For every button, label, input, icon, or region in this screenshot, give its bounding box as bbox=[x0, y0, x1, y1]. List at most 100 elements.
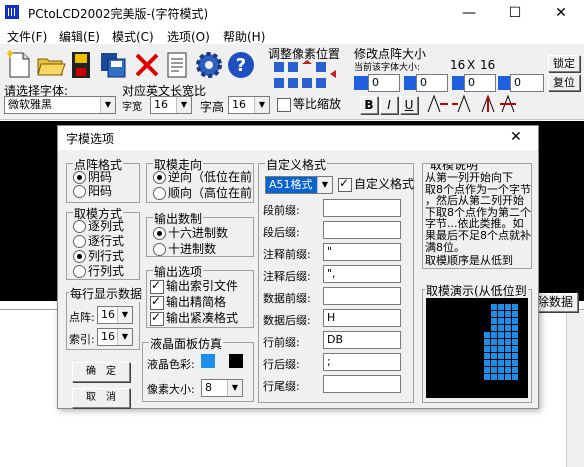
format-select-value: A51格式 bbox=[269, 178, 313, 191]
demo-pixel bbox=[512, 332, 518, 338]
radio-column-mode[interactable]: 逐列式 bbox=[71, 219, 124, 233]
index-label: 索引: bbox=[69, 333, 95, 346]
radio-row-mode[interactable]: 逐行式 bbox=[71, 234, 124, 248]
menu-options[interactable]: 选项(O) bbox=[167, 28, 210, 45]
line-end-input[interactable] bbox=[323, 375, 401, 393]
explanation-group: 取模说明 从第一列开始向下 取8个点作为一个字节 ，然后从第二列开始 下取8个点… bbox=[422, 163, 532, 269]
underline-button[interactable]: U bbox=[400, 96, 418, 114]
arrow-down-icon[interactable] bbox=[498, 76, 510, 90]
close-button[interactable]: ✕ bbox=[538, 2, 584, 24]
field-label-segment-prefix: 段前缀: bbox=[263, 204, 300, 217]
scrollbar[interactable] bbox=[566, 311, 584, 467]
char-height-select[interactable]: 16 ▼ bbox=[228, 96, 270, 114]
chevron-down-icon: ▼ bbox=[254, 97, 269, 113]
bold-button[interactable]: B bbox=[360, 96, 378, 114]
spin-field-4[interactable]: 0 bbox=[510, 74, 544, 92]
background-color-swatch[interactable] bbox=[229, 354, 243, 368]
font-select[interactable]: 微软雅黑 ▼ bbox=[4, 96, 116, 114]
radio-decimal[interactable]: 十进制数 bbox=[151, 242, 216, 256]
radio-hexadecimal[interactable]: 十六进制数 bbox=[151, 226, 228, 240]
chevron-down-icon: ▼ bbox=[176, 97, 191, 113]
minimize-button[interactable]: — bbox=[446, 2, 492, 24]
check-output-index[interactable]: 输出索引文件 bbox=[149, 278, 238, 294]
char-height-value: 16 bbox=[232, 98, 246, 111]
direction-group: 取模走向 逆向（低位在前 顺向（高位在前 bbox=[146, 156, 254, 203]
foreground-color-swatch[interactable] bbox=[201, 354, 215, 368]
maximize-button[interactable]: ☐ bbox=[492, 2, 538, 24]
demo-pixel bbox=[484, 346, 490, 352]
dot-matrix-select[interactable]: 16 ▼ bbox=[97, 306, 133, 324]
check-output-simplified[interactable]: 输出精简格 bbox=[149, 294, 226, 310]
demo-pixel bbox=[498, 325, 504, 331]
demo-pixel bbox=[491, 318, 497, 324]
menu-edit[interactable]: 编辑(E) bbox=[59, 28, 100, 45]
menu-help[interactable]: 帮助(H) bbox=[223, 28, 265, 45]
proportional-scale-checkbox[interactable]: 等比缩放 bbox=[276, 97, 341, 112]
save-multi-icon[interactable] bbox=[98, 50, 128, 80]
menu-mode[interactable]: 模式(C) bbox=[112, 28, 154, 45]
demo-pixel bbox=[484, 360, 490, 366]
reset-button[interactable]: 复位 bbox=[548, 74, 580, 91]
pixel-size-select[interactable]: 8 ▼ bbox=[201, 379, 243, 397]
comment-prefix-input[interactable]: " bbox=[323, 243, 401, 261]
arrow-up-icon[interactable] bbox=[452, 76, 464, 90]
demo-pixel bbox=[491, 353, 497, 359]
open-folder-icon[interactable] bbox=[36, 50, 66, 80]
index-select[interactable]: 16 ▼ bbox=[97, 328, 133, 346]
demo-pixel bbox=[498, 311, 504, 317]
line-suffix-input[interactable]: ; bbox=[323, 353, 401, 371]
data-suffix-input[interactable]: H bbox=[323, 309, 401, 327]
arrow-left-icon[interactable] bbox=[354, 76, 368, 90]
radio-reverse-direction[interactable]: 逆向（低位在前 bbox=[151, 170, 252, 184]
radio-column-row-mode[interactable]: 列行式 bbox=[71, 249, 124, 263]
menu-bar: 文件(F) 编辑(E) 模式(C) 选项(O) 帮助(H) bbox=[0, 26, 584, 44]
demo-pixel bbox=[505, 318, 511, 324]
custom-format-checkbox[interactable]: 自定义格式 bbox=[337, 176, 414, 192]
comment-suffix-input[interactable]: ", bbox=[323, 265, 401, 283]
italic-button[interactable]: I bbox=[380, 96, 398, 114]
chevron-down-icon: ▼ bbox=[317, 177, 332, 193]
demo-pixel bbox=[491, 332, 497, 338]
delete-icon[interactable] bbox=[132, 50, 162, 80]
explanation-line: 取模顺序是从低到 bbox=[425, 254, 513, 268]
pixel-move-arrows-icon[interactable] bbox=[272, 60, 342, 94]
settings-gear-icon[interactable] bbox=[194, 50, 224, 80]
lock-button[interactable]: 锁定 bbox=[548, 55, 580, 72]
check-output-compact[interactable]: 输出紧凑格式 bbox=[149, 310, 238, 326]
demo-pixel bbox=[491, 374, 497, 380]
segment-prefix-input[interactable] bbox=[323, 199, 401, 217]
demo-pixel bbox=[484, 332, 490, 338]
field-label-segment-suffix: 段后缀: bbox=[263, 226, 300, 239]
help-icon[interactable]: ? bbox=[226, 50, 256, 80]
spin-field-1[interactable]: 0 bbox=[368, 74, 400, 92]
radio-negative-code[interactable]: 阴码 bbox=[71, 170, 112, 184]
format-select[interactable]: A51格式 ▼ bbox=[265, 176, 333, 194]
demo-pixel bbox=[512, 346, 518, 352]
cancel-button[interactable]: 取 消 bbox=[72, 388, 130, 408]
ok-button[interactable]: 确 定 bbox=[72, 362, 130, 382]
field-label-data-suffix: 数据后缀: bbox=[263, 314, 311, 327]
line-prefix-input[interactable]: DB bbox=[323, 331, 401, 349]
pixel-size-value: 8 bbox=[205, 381, 212, 394]
demo-pixel bbox=[505, 332, 511, 338]
app-icon bbox=[5, 5, 19, 19]
chevron-down-icon: ▼ bbox=[100, 97, 115, 113]
spin-field-2[interactable]: 0 bbox=[416, 74, 448, 92]
radio-row-column-mode[interactable]: 行列式 bbox=[71, 264, 124, 278]
menu-file[interactable]: 文件(F) bbox=[7, 28, 47, 45]
char-width-select[interactable]: 16 ▼ bbox=[150, 96, 192, 114]
demo-pixel bbox=[498, 353, 504, 359]
new-file-icon[interactable] bbox=[4, 50, 34, 80]
demo-pixel bbox=[491, 325, 497, 331]
segment-suffix-input[interactable] bbox=[323, 221, 401, 239]
spin-field-3[interactable]: 0 bbox=[464, 74, 496, 92]
data-prefix-input[interactable] bbox=[323, 287, 401, 305]
radio-positive-code[interactable]: 阳码 bbox=[71, 184, 112, 198]
save-icon[interactable] bbox=[66, 50, 96, 80]
demo-group: 取模演示(从低位到 bbox=[422, 282, 532, 403]
document-icon[interactable] bbox=[162, 50, 192, 80]
dialog-close-button[interactable]: ✕ bbox=[510, 129, 522, 145]
arrow-right-icon[interactable] bbox=[404, 76, 416, 90]
align-arrows-icon[interactable] bbox=[426, 94, 516, 114]
radio-forward-direction[interactable]: 顺向（高位在前 bbox=[151, 186, 252, 200]
